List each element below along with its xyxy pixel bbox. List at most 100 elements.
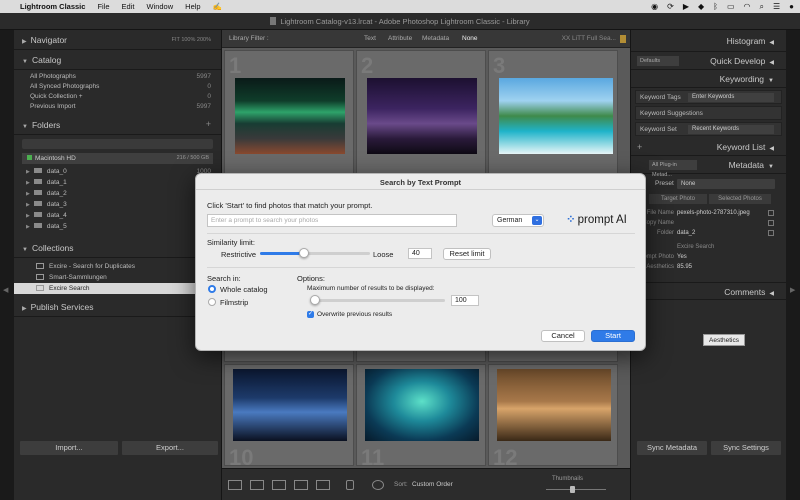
import-button[interactable]: Import... bbox=[20, 441, 118, 455]
add-folder-icon[interactable]: + bbox=[206, 114, 211, 134]
sort-direction-icon[interactable] bbox=[372, 480, 384, 490]
disclosure-icon[interactable]: ▶ bbox=[26, 202, 30, 208]
navigator-zoom-options[interactable]: FIT 100% 200% bbox=[172, 30, 211, 50]
menu-window[interactable]: Window bbox=[146, 2, 173, 11]
keyword-set-row[interactable]: Keyword Set Recent Keywords bbox=[635, 122, 782, 136]
target-photo-button[interactable]: Target Photo bbox=[649, 194, 707, 204]
collection-item-selected[interactable]: Excire Search bbox=[14, 283, 221, 294]
spray-can-icon[interactable] bbox=[346, 480, 354, 490]
menu-help[interactable]: Help bbox=[185, 2, 200, 11]
grid-cell[interactable]: 1 bbox=[224, 50, 354, 180]
max-results-slider[interactable] bbox=[310, 299, 445, 302]
folder-item[interactable]: ▶ data_0 1000 bbox=[14, 166, 221, 177]
quick-develop-preset[interactable]: Defaults bbox=[637, 56, 679, 66]
photo-thumbnail[interactable] bbox=[499, 78, 613, 154]
grid-cell[interactable]: 3 bbox=[488, 50, 618, 180]
folder-item[interactable]: ▶data_11000 bbox=[14, 177, 221, 188]
publish-services-header[interactable]: ▶ Publish Services bbox=[14, 297, 221, 317]
cancel-button[interactable]: Cancel bbox=[541, 330, 585, 342]
catalog-item-previous-import[interactable]: Previous Import 5997 bbox=[14, 102, 221, 112]
photo-thumbnail[interactable] bbox=[365, 369, 479, 441]
left-panel-toggle[interactable]: ◀ bbox=[0, 30, 14, 500]
histogram-header[interactable]: Histogram ◀ bbox=[631, 30, 786, 52]
comments-header[interactable]: Comments ◀ bbox=[631, 282, 786, 300]
right-arrow-icon[interactable]: ▶ bbox=[790, 286, 795, 294]
play-icon[interactable]: ▶ bbox=[683, 2, 689, 11]
keyword-set-select[interactable]: Recent Keywords bbox=[688, 125, 774, 134]
folder-item[interactable]: ▶data_21000 bbox=[14, 188, 221, 199]
sync-settings-button[interactable]: Sync Settings bbox=[711, 441, 781, 455]
keyword-list-header[interactable]: + Keyword List ◀ bbox=[631, 138, 786, 156]
thumbnail-size-slider[interactable] bbox=[546, 489, 606, 490]
photo-thumbnail[interactable] bbox=[235, 78, 345, 154]
keyword-tags-select[interactable]: Enter Keywords bbox=[688, 93, 774, 102]
folders-header[interactable]: ▼ Folders + bbox=[14, 115, 221, 135]
survey-view-icon[interactable] bbox=[294, 480, 308, 490]
script-icon[interactable]: ✍ bbox=[213, 2, 222, 11]
catalog-item-quick-collection[interactable]: Quick Collection + 0 bbox=[14, 92, 221, 102]
control-center-icon[interactable]: ☰ bbox=[773, 2, 780, 11]
metadata-value[interactable]: pexels-photo-2787310.jpeg bbox=[677, 208, 750, 218]
similarity-value-field[interactable]: 40 bbox=[408, 248, 432, 259]
keyword-tags-row[interactable]: Keyword Tags Enter Keywords bbox=[635, 90, 782, 104]
navigator-header[interactable]: ▶ Navigator FIT 100% 200% bbox=[14, 30, 221, 50]
max-results-slider-knob[interactable] bbox=[310, 295, 320, 305]
menu-app-name[interactable]: Lightroom Classic bbox=[20, 2, 85, 11]
metadata-checkbox[interactable] bbox=[768, 210, 774, 216]
metadata-value[interactable]: data_2 bbox=[677, 228, 695, 238]
disk-row[interactable]: Macintosh HD 216 / 500 GB bbox=[22, 153, 213, 164]
overwrite-checkbox[interactable]: ✓ bbox=[307, 311, 314, 318]
disclosure-icon[interactable]: ▶ bbox=[26, 213, 30, 219]
grid-cell[interactable]: 10 bbox=[224, 364, 354, 470]
filter-tab-text[interactable]: Text bbox=[364, 30, 376, 48]
right-panel-toggle[interactable]: ▶ bbox=[786, 30, 800, 500]
thumbnail-size-knob[interactable] bbox=[570, 486, 575, 493]
catalog-item-all-synced[interactable]: All Synced Photographs 0 bbox=[14, 82, 221, 92]
metadata-preset-select[interactable]: All Plug-in Metad... bbox=[649, 160, 697, 178]
disclosure-icon[interactable]: ▶ bbox=[26, 224, 30, 230]
disclosure-icon[interactable]: ▶ bbox=[26, 180, 30, 186]
metadata-checkbox[interactable] bbox=[768, 230, 774, 236]
radio-filmstrip[interactable] bbox=[208, 298, 216, 306]
reset-limit-button[interactable]: Reset limit bbox=[443, 248, 491, 260]
photo-thumbnail[interactable] bbox=[367, 78, 477, 154]
filter-tab-metadata[interactable]: Metadata bbox=[422, 30, 449, 48]
grid-cell[interactable]: 2 bbox=[356, 50, 486, 180]
filter-preset[interactable]: XX LiTT Full Sea... bbox=[562, 30, 616, 48]
folder-item[interactable]: ▶data_31000 bbox=[14, 199, 221, 210]
left-arrow-icon[interactable]: ◀ bbox=[3, 286, 8, 294]
language-select[interactable]: German ⌄ bbox=[492, 214, 544, 227]
collection-item[interactable]: Excire - Search for Duplicates bbox=[14, 261, 221, 272]
export-button[interactable]: Export... bbox=[122, 441, 218, 455]
loupe-view-icon[interactable] bbox=[250, 480, 264, 490]
prompt-input[interactable] bbox=[207, 214, 457, 227]
bluetooth-icon[interactable]: ᛒ bbox=[713, 2, 718, 11]
similarity-slider[interactable] bbox=[260, 252, 370, 255]
collection-item[interactable]: Smart-Sammlungen bbox=[14, 272, 221, 283]
selected-photos-button[interactable]: Selected Photos bbox=[709, 194, 771, 204]
metadata-header[interactable]: All Plug-in Metad... Metadata ▼ bbox=[631, 156, 786, 178]
eye-icon[interactable]: ◉ bbox=[651, 2, 658, 11]
filter-tab-attribute[interactable]: Attribute bbox=[388, 30, 412, 48]
menu-file[interactable]: File bbox=[97, 2, 109, 11]
add-keyword-icon[interactable]: + bbox=[637, 138, 642, 156]
search-icon[interactable]: ⌕ bbox=[760, 2, 764, 12]
folder-item[interactable]: ▶data_5997 bbox=[14, 221, 221, 232]
disclosure-icon[interactable]: ▶ bbox=[26, 191, 30, 197]
grid-view-icon[interactable] bbox=[228, 480, 242, 490]
sync-metadata-button[interactable]: Sync Metadata bbox=[637, 441, 707, 455]
grid-cell[interactable]: 11 bbox=[356, 364, 486, 470]
preset-select[interactable]: None bbox=[677, 179, 775, 189]
similarity-slider-knob[interactable] bbox=[299, 248, 309, 258]
folder-item[interactable]: ▶data_41000 bbox=[14, 210, 221, 221]
compare-view-icon[interactable] bbox=[272, 480, 286, 490]
people-view-icon[interactable] bbox=[316, 480, 330, 490]
metadata-checkbox[interactable] bbox=[768, 220, 774, 226]
catalog-item-all-photographs[interactable]: All Photographs 5997 bbox=[14, 72, 221, 82]
keyword-suggestions-row[interactable]: Keyword Suggestions bbox=[635, 106, 782, 120]
sort-order-select[interactable]: Custom Order bbox=[412, 481, 453, 488]
collections-header[interactable]: ▼Collections + bbox=[14, 238, 221, 258]
dropbox-icon[interactable]: ◆ bbox=[698, 2, 704, 11]
radio-whole-catalog[interactable] bbox=[208, 285, 216, 293]
filter-tab-none[interactable]: None bbox=[462, 30, 478, 48]
